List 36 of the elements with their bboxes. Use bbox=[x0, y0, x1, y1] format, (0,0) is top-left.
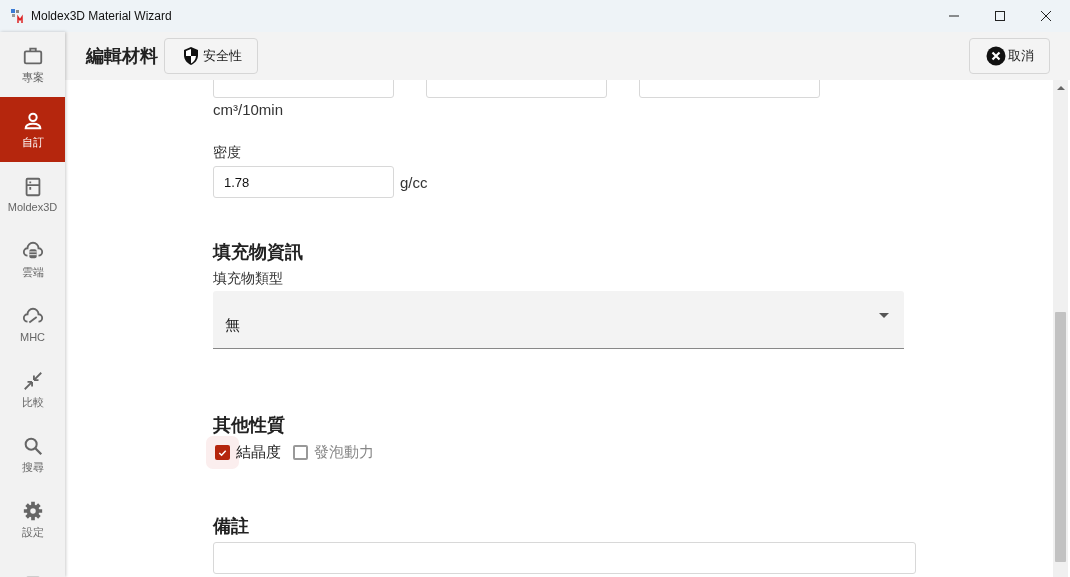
sidebar-item[interactable]: 雲端 bbox=[0, 227, 65, 292]
sidebar-item[interactable]: 自訂 bbox=[0, 97, 65, 162]
sidebar-item[interactable]: MHC bbox=[0, 292, 65, 357]
window-title: Moldex3D Material Wizard bbox=[31, 9, 172, 23]
arrows-inward-icon bbox=[21, 369, 44, 392]
checkmark-icon bbox=[217, 447, 228, 458]
cancel-button[interactable]: 取消 bbox=[969, 38, 1050, 74]
checkbox-label: 發泡動力 bbox=[314, 443, 374, 462]
close-circle-icon bbox=[986, 46, 1006, 66]
sidebar-item[interactable]: 專案 bbox=[0, 32, 65, 97]
sidebar-item[interactable]: 設定 bbox=[0, 487, 65, 552]
unit-label: cm³/10min bbox=[213, 101, 284, 118]
security-button[interactable]: 安全性 bbox=[164, 38, 258, 74]
field-label: 密度 bbox=[213, 144, 242, 162]
scrollbar-thumb[interactable] bbox=[1055, 312, 1066, 562]
section-heading: 備註 bbox=[213, 515, 250, 538]
shield-icon bbox=[181, 46, 201, 66]
sidebar-item[interactable]: Moldex3D bbox=[0, 162, 65, 227]
scrollbar[interactable] bbox=[1053, 80, 1068, 577]
maximize-icon[interactable] bbox=[995, 11, 1005, 21]
unit-label: g/cc bbox=[400, 173, 428, 191]
close-icon[interactable] bbox=[1041, 11, 1051, 21]
checkbox-label: 結晶度 bbox=[236, 443, 281, 462]
section-heading: 其他性質 bbox=[213, 414, 286, 437]
settings-icon bbox=[21, 499, 44, 522]
section-heading: 填充物資訊 bbox=[213, 241, 304, 264]
page-title: 編輯材料 bbox=[86, 44, 158, 68]
input-field[interactable] bbox=[213, 542, 916, 574]
sidebar-item[interactable]: 比較 bbox=[0, 357, 65, 422]
sidebar-item[interactable]: 搜尋 bbox=[0, 422, 65, 487]
field-label: 填充物類型 bbox=[213, 270, 284, 288]
caret-icon bbox=[879, 313, 889, 318]
app-logo-icon bbox=[10, 8, 26, 24]
dropdown[interactable]: 無 bbox=[213, 291, 904, 349]
scroll-up-icon[interactable] bbox=[1056, 85, 1065, 91]
input-field[interactable]: 1.78 bbox=[213, 166, 394, 198]
